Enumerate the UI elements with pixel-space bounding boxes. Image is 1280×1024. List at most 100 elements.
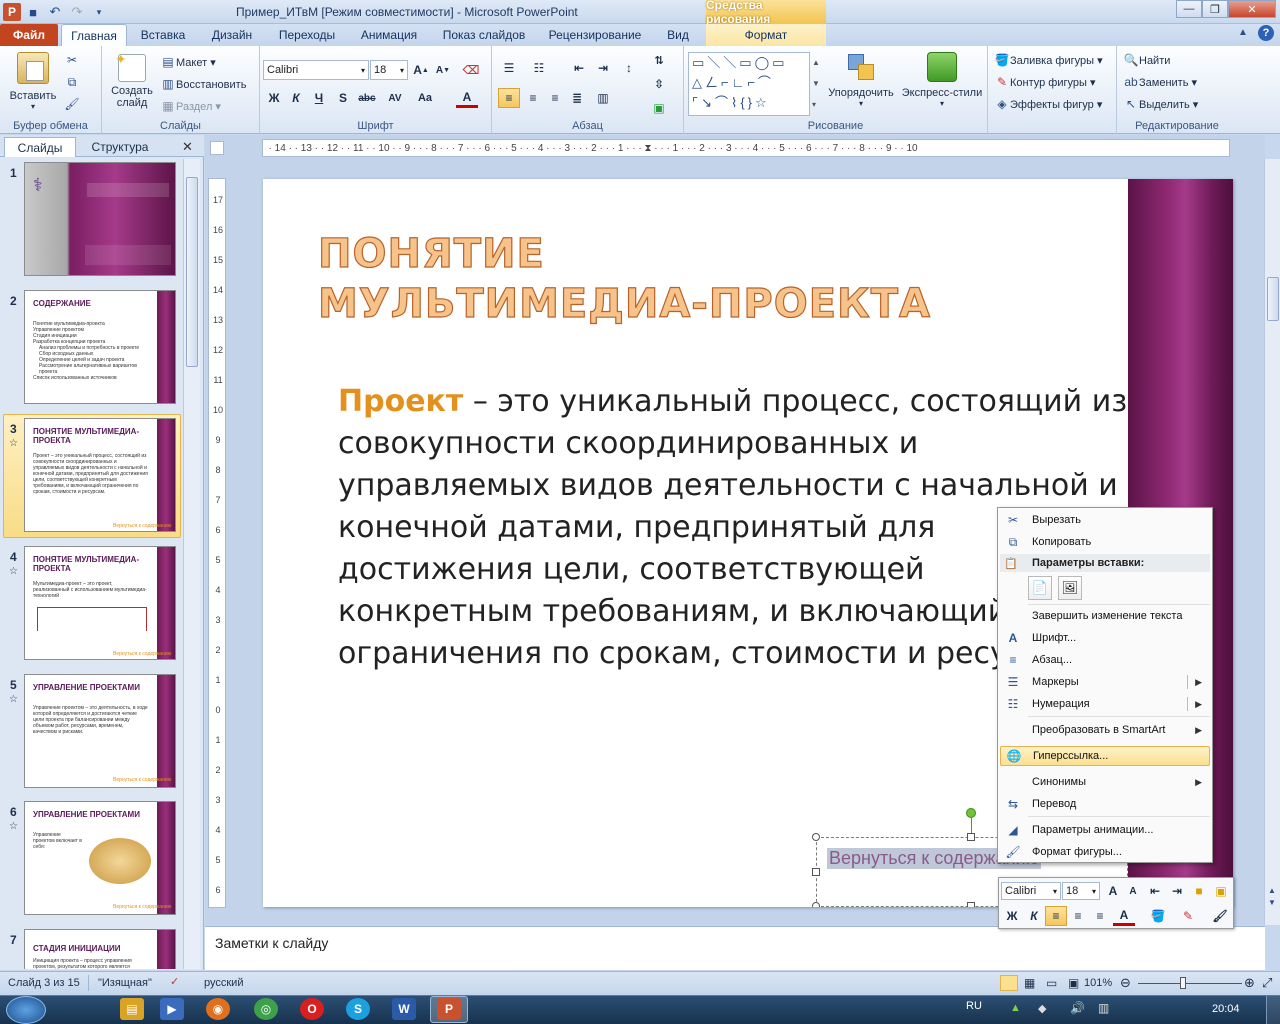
mini-align-right-icon[interactable]: ≡ bbox=[1089, 906, 1111, 926]
resize-handle[interactable] bbox=[812, 833, 820, 841]
start-button[interactable] bbox=[6, 996, 46, 1024]
italic-button[interactable]: К bbox=[285, 88, 307, 108]
powerpoint-logo-icon[interactable]: P bbox=[3, 3, 21, 21]
mini-arrange-icon[interactable]: ▣ bbox=[1210, 881, 1232, 901]
paste-keep-format-icon[interactable]: 📄 bbox=[1028, 576, 1052, 600]
tab-view[interactable]: Вид bbox=[656, 24, 700, 46]
slide-thumbnail-4[interactable]: 4 ☆ ПОНЯТИЕ МУЛЬТИМЕДИА-ПРОЕКТА Мультиме… bbox=[4, 546, 182, 666]
slide-sorter-icon[interactable]: ▦ bbox=[1024, 976, 1035, 990]
increase-indent-icon[interactable]: ⇥ bbox=[592, 58, 614, 78]
align-left-icon[interactable]: ≡ bbox=[498, 88, 520, 108]
mini-shrink-font-icon[interactable]: A bbox=[1122, 881, 1144, 901]
replace-button[interactable]: abЗаменить ▾ bbox=[1123, 74, 1197, 90]
strike-button[interactable]: abc bbox=[356, 88, 378, 108]
align-text-icon[interactable]: ⇳ bbox=[648, 74, 670, 94]
slide-thumbnail-6[interactable]: 6 ☆ УПРАВЛЕНИЕ ПРОЕКТАМИ Управление прое… bbox=[4, 801, 182, 921]
select-button[interactable]: ↖ Выделить ▾ bbox=[1123, 96, 1198, 112]
quick-styles-button[interactable]: Экспресс-стили ▾ bbox=[900, 52, 984, 108]
spacing-button[interactable]: AV bbox=[384, 88, 406, 108]
input-language[interactable]: RU bbox=[966, 1000, 982, 1012]
resize-handle[interactable] bbox=[967, 833, 975, 841]
arrange-button[interactable]: Упорядочить ▾ bbox=[828, 52, 894, 108]
close-button[interactable]: ✕ bbox=[1228, 0, 1276, 18]
format-painter-icon[interactable]: 🖌 bbox=[64, 96, 80, 112]
slide-thumbnail-7[interactable]: 7 СТАДИЯ ИНИЦИАЦИИ Инициация проекта – п… bbox=[4, 929, 182, 969]
tray-nvidia-icon[interactable]: ▲ bbox=[1010, 1002, 1021, 1014]
undo-icon[interactable]: ↶ bbox=[45, 3, 65, 21]
theme-name[interactable]: "Изящная" bbox=[98, 977, 152, 989]
shape-fill-button[interactable]: 🪣Заливка фигуры ▾ bbox=[994, 52, 1103, 68]
menu-item-cut[interactable]: ✂ Вырезать bbox=[1000, 510, 1210, 530]
section-button[interactable]: ▦ Раздел ▾ bbox=[160, 98, 221, 114]
shape-effects-button[interactable]: ◈ Эффекты фигур ▾ bbox=[994, 96, 1102, 112]
tray-volume-icon[interactable]: 🔊 bbox=[1070, 1001, 1085, 1015]
minimize-button[interactable]: — bbox=[1176, 0, 1202, 18]
mini-font-color-icon[interactable]: A bbox=[1113, 906, 1135, 926]
menu-item-synonyms[interactable]: Синонимы ▶ bbox=[1000, 772, 1210, 792]
slide-title[interactable]: ПОНЯТИЕ МУЛЬТИМЕДИА-ПРОЕКТА bbox=[317, 229, 938, 329]
align-right-icon[interactable]: ≡ bbox=[544, 88, 566, 108]
slide-thumbnail-3[interactable]: 3 ☆ ПОНЯТИЕ МУЛЬТИМЕДИА-ПРОЕКТА Проект –… bbox=[4, 418, 182, 538]
shape-outline-button[interactable]: ✎ Контур фигуры ▾ bbox=[994, 74, 1096, 90]
numbering-icon[interactable]: ☷ bbox=[528, 58, 550, 78]
tab-slideshow[interactable]: Показ слайдов bbox=[436, 24, 532, 46]
mini-align-center-icon[interactable]: ≡ bbox=[1067, 906, 1089, 926]
tab-insert[interactable]: Вставка bbox=[133, 24, 193, 46]
tray-network-icon[interactable]: ▥ bbox=[1098, 1001, 1109, 1015]
reading-view-icon[interactable]: ▭ bbox=[1046, 976, 1057, 990]
paste-button[interactable]: Вставить ▾ bbox=[8, 52, 58, 111]
menu-item-finish-edit[interactable]: Завершить изменение текста bbox=[1000, 606, 1210, 626]
mini-increase-indent-icon[interactable]: ⇥ bbox=[1166, 881, 1188, 901]
taskbar-opera-icon[interactable]: O bbox=[300, 998, 324, 1020]
mini-align-left-icon[interactable]: ≡ bbox=[1045, 906, 1067, 926]
minimize-ribbon-icon[interactable]: ▲ bbox=[1238, 27, 1248, 38]
menu-item-bullets[interactable]: ☰ Маркеры ▶ bbox=[1000, 672, 1210, 692]
resize-handle[interactable] bbox=[812, 868, 820, 876]
taskbar-chrome-icon[interactable]: ◎ bbox=[254, 998, 278, 1020]
ruler-tab-selector[interactable] bbox=[210, 141, 224, 155]
smartart-icon[interactable]: ▣ bbox=[648, 98, 670, 118]
find-button[interactable]: 🔍Найти bbox=[1123, 52, 1171, 68]
taskbar-word-icon[interactable]: W bbox=[392, 998, 416, 1020]
layout-button[interactable]: ▤ Макет ▾ bbox=[160, 54, 215, 70]
copy-icon[interactable]: ⧉ bbox=[64, 74, 80, 90]
font-color-button[interactable]: A bbox=[456, 88, 478, 108]
tab-slides[interactable]: Слайды bbox=[4, 137, 76, 157]
tab-design[interactable]: Дизайн bbox=[203, 24, 261, 46]
taskbar-explorer-icon[interactable]: ▤ bbox=[120, 998, 144, 1020]
font-name-combo[interactable]: Calibri ▾ bbox=[263, 60, 369, 80]
font-size-combo[interactable]: 18 ▾ bbox=[370, 60, 408, 80]
help-icon[interactable]: ? bbox=[1258, 25, 1274, 41]
mini-bold-icon[interactable]: Ж bbox=[1001, 906, 1023, 926]
mini-decrease-indent-icon[interactable]: ⇤ bbox=[1144, 881, 1166, 901]
normal-view-icon[interactable] bbox=[1000, 975, 1018, 991]
menu-item-hyperlink[interactable]: 🌐 Гиперссылка... bbox=[1000, 746, 1210, 766]
tab-home[interactable]: Главная bbox=[61, 24, 127, 46]
tab-review[interactable]: Рецензирование bbox=[540, 24, 650, 46]
menu-item-format-shape[interactable]: 🖌 Формат фигуры... bbox=[1000, 842, 1210, 862]
bold-button[interactable]: Ж bbox=[263, 88, 285, 108]
tab-file[interactable]: Файл bbox=[0, 24, 58, 46]
mini-italic-icon[interactable]: К bbox=[1023, 906, 1045, 926]
line-spacing-icon[interactable]: ↕ bbox=[618, 58, 640, 78]
mini-grow-font-icon[interactable]: A bbox=[1102, 881, 1124, 901]
notes-pane[interactable]: Заметки к слайду bbox=[205, 926, 1265, 970]
resize-handle[interactable] bbox=[967, 902, 975, 907]
menu-item-animation[interactable]: ◢ Параметры анимации... bbox=[1000, 820, 1210, 840]
customize-qat-icon[interactable]: ▾ bbox=[89, 3, 109, 21]
columns-icon[interactable]: ▥ bbox=[592, 88, 614, 108]
slide-thumbnail-2[interactable]: 2 СОДЕРЖАНИЕ Понятие мультимедиа-проекта… bbox=[4, 290, 182, 410]
shrink-font-icon[interactable]: A ▼ bbox=[432, 60, 454, 80]
mini-font-combo[interactable]: Calibri ▾ bbox=[1001, 882, 1061, 900]
fit-to-window-icon[interactable]: ⤢ bbox=[1262, 975, 1272, 991]
redo-icon[interactable]: ↷ bbox=[67, 3, 87, 21]
bullets-icon[interactable]: ☰ bbox=[498, 58, 520, 78]
taskbar-firefox-icon[interactable]: ◉ bbox=[206, 998, 230, 1020]
zoom-in-icon[interactable]: ⊕ bbox=[1244, 975, 1255, 991]
language-indicator[interactable]: русский bbox=[204, 977, 243, 989]
tray-app-icon[interactable]: ◆ bbox=[1038, 1002, 1046, 1015]
slide-scroll-thumb[interactable] bbox=[1267, 277, 1279, 321]
taskbar-powerpoint-icon[interactable]: P bbox=[437, 998, 461, 1020]
mini-format-painter-icon[interactable]: 🖌 bbox=[1209, 906, 1231, 926]
spellcheck-icon[interactable]: ✓ bbox=[170, 975, 179, 988]
